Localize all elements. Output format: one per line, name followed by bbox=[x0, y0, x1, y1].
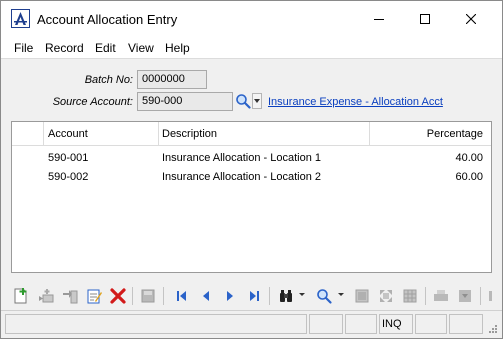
new-record-button[interactable] bbox=[11, 286, 31, 306]
delete-record-button[interactable] bbox=[108, 286, 128, 306]
grid-header: Account Description Percentage bbox=[12, 122, 491, 146]
insert-row-icon bbox=[39, 289, 54, 303]
account-lookup-button[interactable] bbox=[234, 92, 252, 110]
status-panel bbox=[415, 314, 447, 334]
last-record-icon bbox=[250, 291, 259, 301]
magnifier-icon bbox=[236, 94, 251, 109]
chevron-down-icon bbox=[254, 99, 260, 103]
insert-row-button bbox=[36, 286, 56, 306]
source-account-label: Source Account: bbox=[52, 96, 133, 108]
status-mode-panel: INQ bbox=[379, 314, 413, 334]
previous-record-icon bbox=[203, 291, 209, 301]
table-row[interactable]: 590-002 Insurance Allocation - Location … bbox=[12, 168, 491, 187]
account-lookup-dropdown[interactable] bbox=[252, 93, 262, 109]
printer-icon bbox=[434, 290, 448, 301]
menu-record[interactable]: Record bbox=[45, 41, 84, 55]
grid-button bbox=[400, 286, 420, 306]
app-logo-icon bbox=[11, 9, 30, 28]
toolbar-separator bbox=[132, 287, 133, 305]
maximize-button[interactable] bbox=[402, 1, 448, 37]
toolbar-separator bbox=[425, 287, 426, 305]
preview-icon bbox=[459, 290, 471, 302]
previous-record-button[interactable] bbox=[196, 286, 216, 306]
toolbar-separator bbox=[480, 287, 481, 305]
allocation-grid: Account Description Percentage 590-001 I… bbox=[11, 121, 492, 273]
status-panel bbox=[309, 314, 343, 334]
close-button[interactable] bbox=[448, 1, 494, 37]
binoculars-icon bbox=[280, 290, 292, 302]
account-allocation-window: Account Allocation Entry File Record Edi… bbox=[0, 0, 503, 339]
status-panel bbox=[345, 314, 377, 334]
status-message-panel bbox=[5, 314, 307, 334]
next-record-button[interactable] bbox=[220, 286, 240, 306]
expand-button bbox=[376, 286, 396, 306]
magnifier-icon bbox=[317, 289, 332, 304]
column-header-description[interactable]: Description bbox=[159, 122, 370, 146]
edit-record-button[interactable] bbox=[84, 286, 104, 306]
append-row-button bbox=[60, 286, 80, 306]
find-button[interactable] bbox=[276, 286, 296, 306]
append-row-icon bbox=[63, 290, 78, 304]
new-document-icon bbox=[14, 288, 27, 304]
source-account-description-link[interactable]: Insurance Expense - Allocation Acct bbox=[268, 96, 443, 108]
overflow-icon bbox=[489, 291, 492, 301]
title-bar: Account Allocation Entry bbox=[1, 1, 502, 37]
find-dropdown-arrow[interactable] bbox=[299, 293, 305, 296]
toolbar bbox=[1, 282, 502, 310]
menu-file[interactable]: File bbox=[14, 41, 33, 55]
lookup-dropdown-arrow[interactable] bbox=[338, 293, 344, 296]
cell-percentage: 60.00 bbox=[455, 171, 483, 183]
status-bar: INQ bbox=[1, 310, 502, 338]
cell-account: 590-001 bbox=[48, 152, 89, 164]
window-title: Account Allocation Entry bbox=[37, 12, 178, 27]
expand-arrows-icon bbox=[380, 290, 392, 302]
toolbar-separator bbox=[163, 287, 164, 305]
resize-grip-icon[interactable] bbox=[488, 323, 498, 333]
menu-edit[interactable]: Edit bbox=[95, 41, 116, 55]
column-header-account[interactable]: Account bbox=[44, 122, 159, 146]
menu-view[interactable]: View bbox=[128, 41, 154, 55]
delete-x-icon bbox=[110, 288, 126, 304]
first-record-icon bbox=[177, 291, 186, 301]
preview-button bbox=[455, 286, 475, 306]
next-record-icon bbox=[227, 291, 233, 301]
source-account-field[interactable]: 590-000 bbox=[137, 92, 233, 111]
disk-icon bbox=[141, 289, 155, 303]
cell-description: Insurance Allocation - Location 1 bbox=[162, 152, 321, 164]
toolbar-separator bbox=[269, 287, 270, 305]
minimize-button[interactable] bbox=[356, 1, 402, 37]
print-button bbox=[431, 286, 451, 306]
lookup-button[interactable] bbox=[314, 286, 334, 306]
grid-icon bbox=[403, 289, 417, 303]
cell-description: Insurance Allocation - Location 2 bbox=[162, 171, 321, 183]
menu-help[interactable]: Help bbox=[165, 41, 190, 55]
edit-notepad-icon bbox=[87, 289, 102, 304]
batch-no-field[interactable]: 0000000 bbox=[137, 70, 207, 89]
last-record-button[interactable] bbox=[244, 286, 264, 306]
table-row[interactable]: 590-001 Insurance Allocation - Location … bbox=[12, 149, 491, 168]
row-selector-header bbox=[12, 122, 44, 146]
menu-bar: File Record Edit View Help bbox=[1, 37, 502, 59]
cell-percentage: 40.00 bbox=[455, 152, 483, 164]
toolbar-overflow-button[interactable] bbox=[485, 286, 497, 306]
status-panel bbox=[449, 314, 483, 334]
first-record-button[interactable] bbox=[172, 286, 192, 306]
memo-button bbox=[352, 286, 372, 306]
column-header-percentage[interactable]: Percentage bbox=[370, 122, 491, 146]
cell-account: 590-002 bbox=[48, 171, 89, 183]
save-button bbox=[138, 286, 158, 306]
batch-no-label: Batch No: bbox=[84, 74, 133, 86]
memo-icon bbox=[355, 289, 369, 303]
